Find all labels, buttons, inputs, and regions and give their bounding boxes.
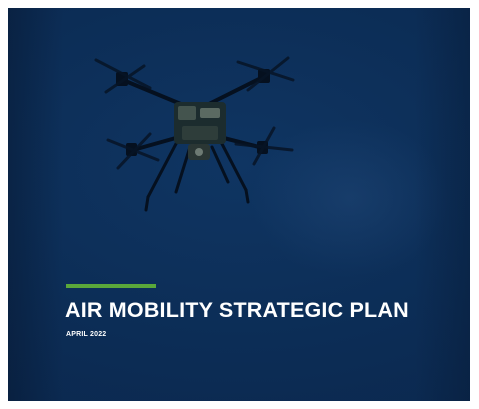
page-frame: AIR MOBILITY STRATEGIC PLAN APRIL 2022 xyxy=(0,0,479,409)
report-cover: AIR MOBILITY STRATEGIC PLAN APRIL 2022 xyxy=(8,8,470,401)
document-title: AIR MOBILITY STRATEGIC PLAN xyxy=(65,298,409,322)
accent-line xyxy=(66,284,156,288)
drone-icon xyxy=(94,56,295,212)
document-date: APRIL 2022 xyxy=(66,331,107,338)
